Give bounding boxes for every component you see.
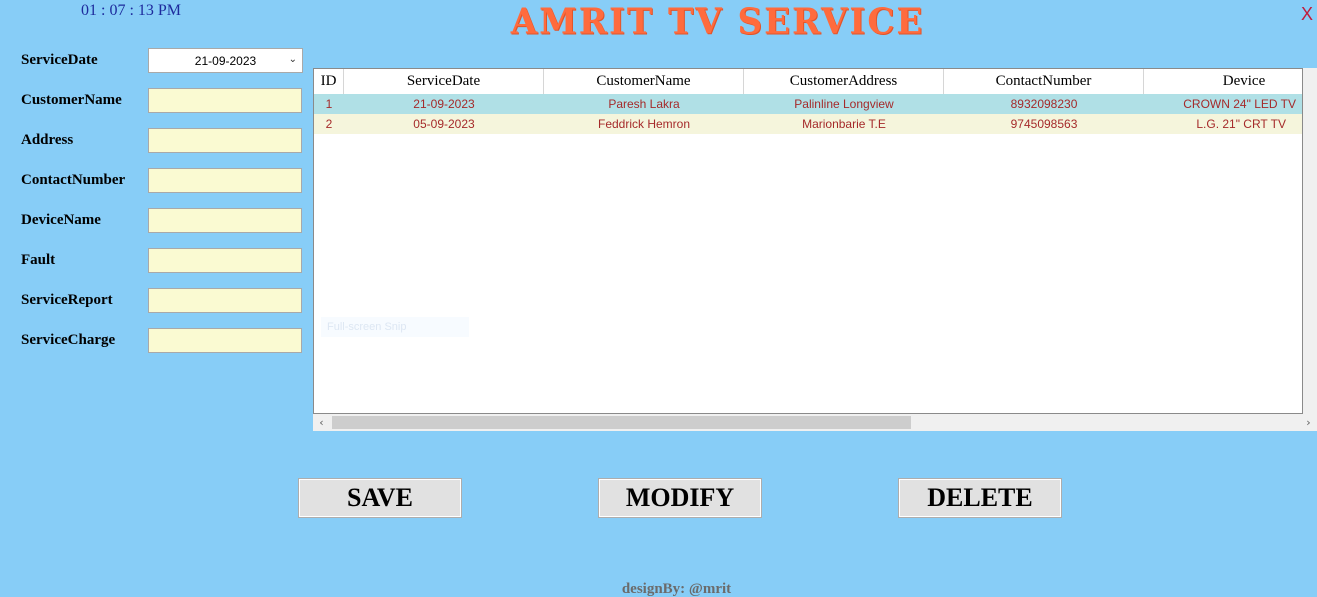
service-charge-field[interactable] <box>148 328 302 353</box>
cell-device: L.G. 21" CRT TV <box>1196 117 1286 131</box>
cell-customer-address: Marionbarie T.E <box>802 117 886 131</box>
service-report-label: ServiceReport <box>21 292 113 308</box>
service-date-label: ServiceDate <box>21 52 98 68</box>
cell-device: CROWN 24" LED TV <box>1183 97 1296 111</box>
grid-vertical-edge <box>1303 68 1317 414</box>
customer-name-field[interactable] <box>148 88 302 113</box>
grid-header: ID ServiceDate CustomerName CustomerAddr… <box>314 69 1302 94</box>
cell-customer-name: Feddrick Hemron <box>597 117 691 131</box>
cell-id: 1 <box>325 97 333 111</box>
cell-id: 2 <box>325 117 333 131</box>
app-title: AMRIT TV SERVICE <box>510 1 925 43</box>
service-date-value: 21-09-2023 <box>194 53 257 68</box>
address-label: Address <box>21 132 74 148</box>
table-row[interactable]: 1 21-09-2023 Paresh Lakra Palinline Long… <box>314 94 1302 114</box>
table-row[interactable]: 2 05-09-2023 Feddrick Hemron Marionbarie… <box>314 114 1302 134</box>
snip-tooltip: Full-screen Snip <box>321 317 469 337</box>
service-report-field[interactable] <box>148 288 302 313</box>
save-button[interactable]: SAVE <box>298 478 462 518</box>
delete-button[interactable]: DELETE <box>898 478 1062 518</box>
scroll-left-icon[interactable]: ‹ <box>313 414 330 431</box>
contact-number-label: ContactNumber <box>21 172 126 188</box>
device-name-field[interactable] <box>148 208 302 233</box>
grid-horizontal-scrollbar[interactable]: ‹ › <box>313 414 1317 431</box>
cell-contact-number: 9745098563 <box>1010 117 1078 131</box>
column-header-contact-number[interactable]: ContactNumber <box>944 69 1144 94</box>
modify-button[interactable]: MODIFY <box>598 478 762 518</box>
column-header-customer-name[interactable]: CustomerName <box>544 69 744 94</box>
close-button[interactable]: X <box>1301 4 1313 25</box>
cell-customer-name: Paresh Lakra <box>608 97 680 111</box>
column-header-id[interactable]: ID <box>314 69 344 94</box>
contact-number-field[interactable] <box>148 168 302 193</box>
service-date-picker[interactable]: 21-09-2023 ⌄ <box>148 48 303 73</box>
device-name-label: DeviceName <box>21 212 101 228</box>
scrollbar-thumb[interactable] <box>332 416 911 429</box>
customer-name-label: CustomerName <box>21 92 122 108</box>
scroll-right-icon[interactable]: › <box>1300 414 1317 431</box>
designer-credit: designBy: @mrit <box>621 581 732 597</box>
column-header-service-date[interactable]: ServiceDate <box>344 69 544 94</box>
service-charge-label: ServiceCharge <box>21 332 116 348</box>
cell-customer-address: Palinline Longview <box>794 97 894 111</box>
column-header-device[interactable]: Device <box>1144 69 1302 94</box>
chevron-down-icon[interactable]: ⌄ <box>289 54 297 65</box>
address-field[interactable] <box>148 128 302 153</box>
cell-service-date: 21-09-2023 <box>413 97 475 111</box>
cell-contact-number: 8932098230 <box>1010 97 1078 111</box>
fault-label: Fault <box>21 252 56 268</box>
fault-field[interactable] <box>148 248 302 273</box>
column-header-customer-address[interactable]: CustomerAddress <box>744 69 944 94</box>
service-records-grid[interactable]: ID ServiceDate CustomerName CustomerAddr… <box>313 68 1303 414</box>
cell-service-date: 05-09-2023 <box>413 117 475 131</box>
